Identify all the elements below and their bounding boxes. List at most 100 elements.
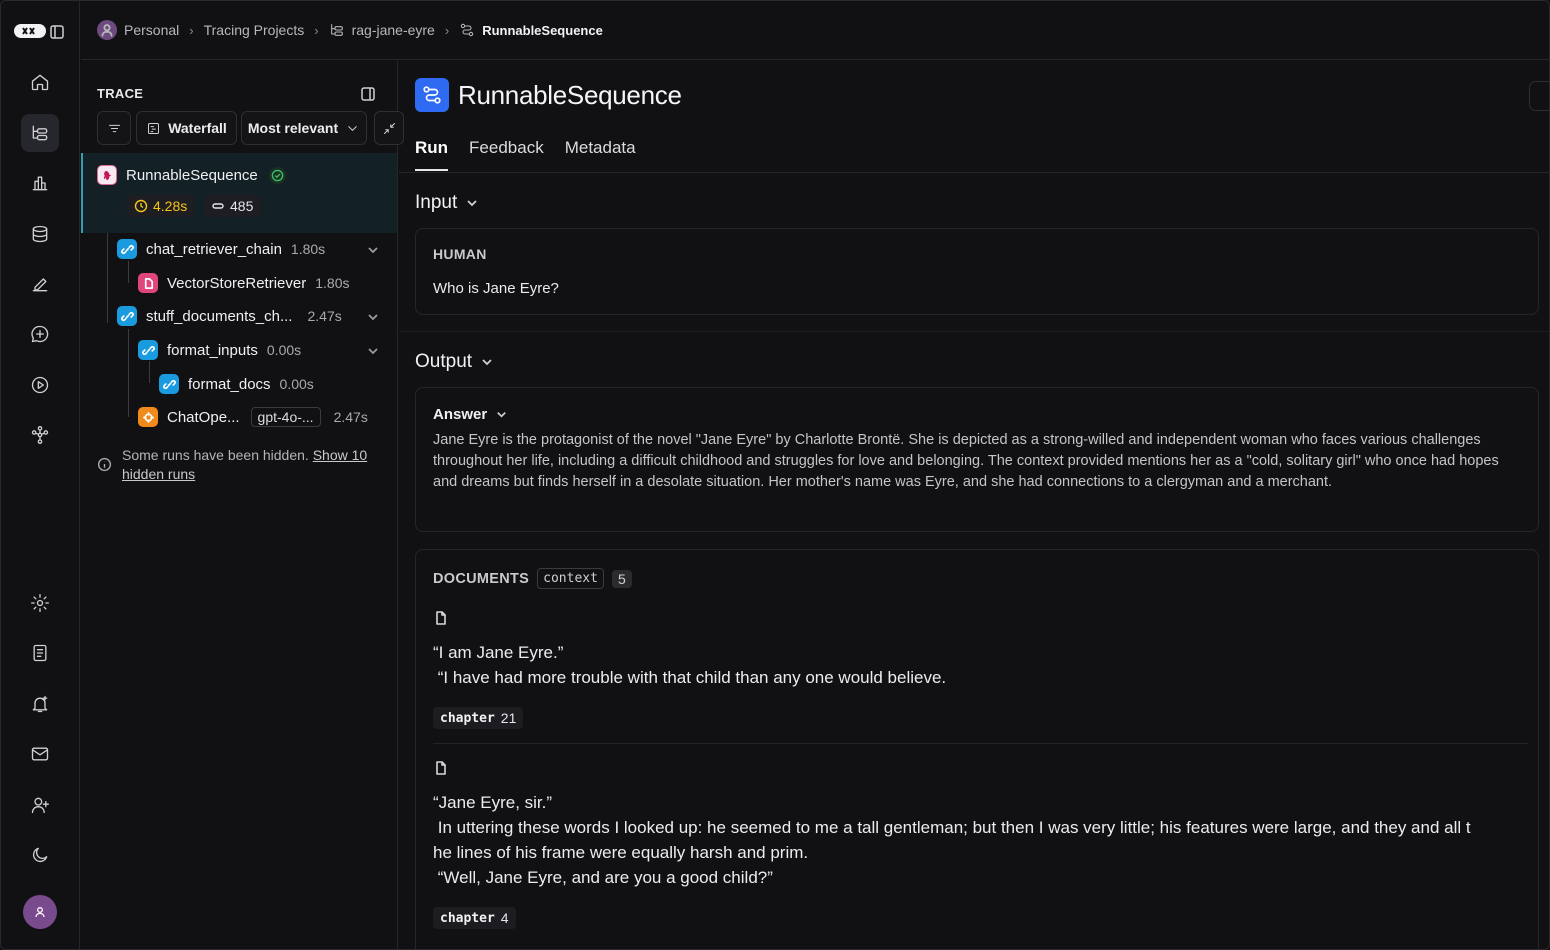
sort-label: Most relevant: [247, 120, 339, 136]
file-icon: [138, 273, 158, 293]
token-icon: [212, 203, 224, 209]
sort-dropdown[interactable]: Most relevant: [241, 111, 367, 145]
trace-node-name: ChatOpe...: [167, 408, 240, 426]
filter-button[interactable]: [97, 111, 131, 145]
trace-node-time: 1.80s: [290, 241, 326, 257]
link-icon: [117, 239, 137, 259]
trace-node[interactable]: ChatOpe... gpt-4o-... 2.47s: [138, 405, 368, 429]
breadcrumb-projects-label: Tracing Projects: [203, 22, 305, 38]
monitoring-nav-button[interactable]: [21, 164, 59, 202]
prompts-nav-button[interactable]: [21, 315, 59, 353]
home-nav-button[interactable]: [21, 63, 59, 101]
documents-header: DOCUMENTS context 5: [433, 568, 632, 589]
tree-connector: [128, 329, 129, 417]
left-nav-rail: [1, 1, 80, 949]
tab-feedback[interactable]: Feedback: [469, 138, 544, 171]
run-title: RunnableSequence: [458, 79, 682, 110]
trace-node[interactable]: stuff_documents_ch... 2.47s: [117, 304, 342, 328]
waterfall-button[interactable]: Waterfall: [136, 111, 237, 145]
sidebar-toggle-icon[interactable]: [50, 25, 64, 39]
document-icon: [33, 644, 47, 662]
documents-label: DOCUMENTS: [433, 570, 530, 587]
annotation-nav-button[interactable]: [21, 265, 59, 303]
link-icon: [159, 374, 179, 394]
document-divider: [433, 743, 1528, 744]
project-tree-icon: [330, 24, 343, 36]
chevron-right-icon: ›: [314, 22, 319, 38]
trace-node-time: 0.00s: [279, 376, 314, 392]
breadcrumb-current: RunnableSequence: [459, 22, 603, 38]
alerts-nav-button[interactable]: [21, 685, 59, 723]
share-button[interactable]: [1529, 81, 1549, 111]
trace-title: TRACE: [97, 86, 144, 101]
trace-node-time: 0.00s: [266, 342, 302, 358]
docs-nav-button[interactable]: [21, 634, 59, 672]
trace-node[interactable]: format_docs 0.00s: [159, 372, 314, 396]
latency-value: 4.28s: [153, 198, 188, 214]
mail-icon: [31, 747, 49, 761]
playground-nav-button[interactable]: [21, 366, 59, 404]
trace-node-name: stuff_documents_ch...: [146, 307, 293, 325]
run-header: RunnableSequence: [415, 78, 682, 112]
message-role: HUMAN: [433, 246, 487, 262]
metadata-key: chapter: [440, 910, 495, 926]
invite-nav-button[interactable]: [21, 786, 59, 824]
chevron-down-icon[interactable]: [367, 243, 379, 255]
breadcrumb-workspace[interactable]: Personal: [97, 20, 179, 40]
trace-node-root-name: RunnableSequence: [126, 166, 258, 184]
deployments-nav-button[interactable]: [21, 416, 59, 454]
bell-plus-icon: [32, 695, 48, 713]
metadata-value: 21: [500, 710, 517, 726]
tree-connector: [107, 233, 108, 323]
link-icon: [138, 340, 158, 360]
settings-nav-button[interactable]: [21, 584, 59, 622]
breadcrumb-projects[interactable]: Tracing Projects: [204, 22, 305, 38]
documents-count: 5: [611, 569, 632, 588]
trace-node-root[interactable]: RunnableSequence 4.28s 485: [81, 153, 397, 233]
trace-node-name: VectorStoreRetriever: [167, 274, 307, 292]
trace-node[interactable]: VectorStoreRetriever 1.80s: [138, 271, 349, 295]
chevron-down-icon: [467, 200, 477, 207]
trace-node[interactable]: chat_retriever_chain 1.80s: [117, 237, 325, 261]
pen-icon: [32, 278, 48, 292]
trace-node-name: format_docs: [188, 375, 271, 393]
answer-text: Jane Eyre is the protagonist of the nove…: [433, 432, 1499, 490]
chevron-right-icon: ›: [444, 22, 450, 38]
chevron-down-icon[interactable]: [367, 310, 379, 322]
panel-toggle-icon[interactable]: [361, 87, 375, 101]
link-icon: [117, 306, 137, 326]
input-section-toggle[interactable]: Input: [415, 192, 479, 214]
home-icon: [31, 74, 49, 91]
document-text: “Jane Eyre, sir.” In uttering these word…: [433, 793, 1471, 887]
trace-node-name: format_inputs: [167, 341, 258, 359]
chevron-down-icon[interactable]: [367, 344, 379, 356]
user-avatar[interactable]: [23, 895, 57, 929]
chevron-down-icon: [482, 359, 492, 366]
input-card: HUMAN Who is Jane Eyre?: [415, 228, 1539, 315]
trace-node-root-row: RunnableSequence: [97, 163, 286, 187]
document-text: “I am Jane Eyre.” “I have had more troub…: [433, 643, 947, 687]
breadcrumb-project-label: rag-jane-eyre: [351, 22, 435, 38]
trace-node[interactable]: format_inputs 0.00s: [138, 338, 301, 362]
run-tabs: Run Feedback Metadata: [415, 138, 636, 171]
datasets-nav-button[interactable]: [21, 215, 59, 253]
inbox-nav-button[interactable]: [21, 735, 59, 773]
token-badge: 485: [204, 195, 261, 217]
tracing-icon: [32, 125, 48, 141]
input-section-title: Input: [415, 192, 458, 213]
output-section-toggle[interactable]: Output: [415, 351, 494, 373]
tab-run[interactable]: Run: [415, 138, 449, 171]
gear-icon: [31, 594, 49, 612]
tab-metadata[interactable]: Metadata: [565, 138, 636, 171]
answer-toggle[interactable]: Answer: [433, 406, 508, 423]
theme-nav-button[interactable]: [21, 836, 59, 874]
sequence-icon: [415, 78, 449, 112]
chevron-down-icon: [348, 125, 357, 131]
model-tag: gpt-4o-...: [250, 407, 321, 427]
answer-card: Answer Jane Eyre is the protagonist of t…: [415, 387, 1539, 532]
tracing-nav-button[interactable]: [21, 114, 59, 152]
openai-icon: [138, 407, 158, 427]
langsmith-logo[interactable]: [13, 21, 47, 41]
trace-node-time: 2.47s: [307, 308, 342, 324]
breadcrumb-project[interactable]: rag-jane-eyre: [329, 22, 435, 38]
